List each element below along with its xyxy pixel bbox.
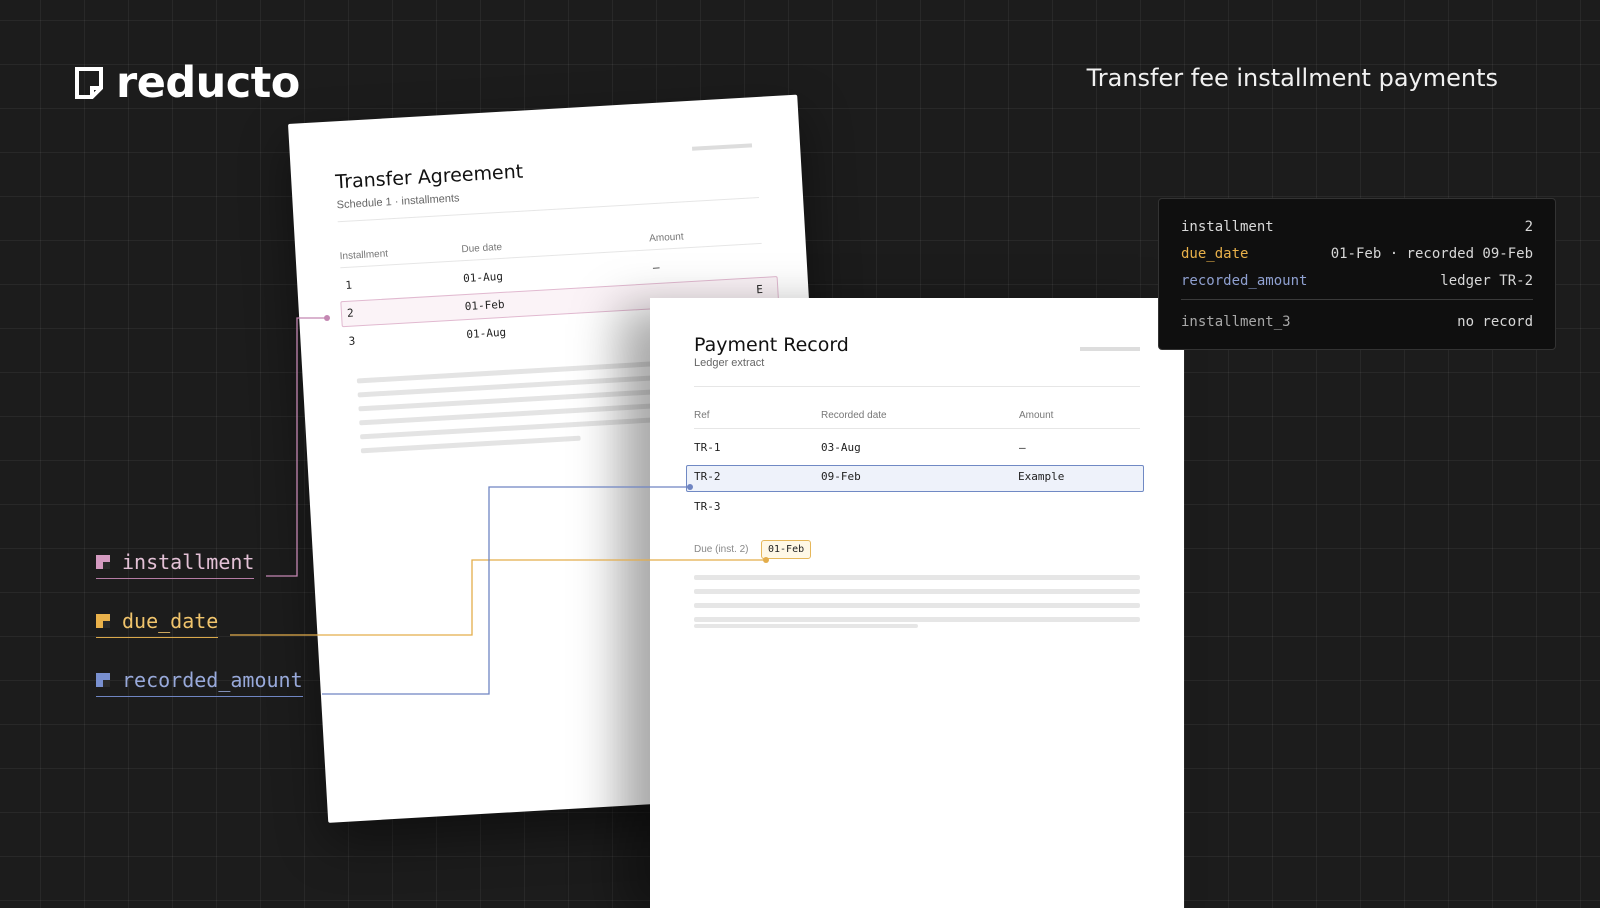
- output-value: 2: [1524, 219, 1533, 235]
- cell-amount: –: [1019, 441, 1026, 454]
- column-header-ref: Ref: [694, 410, 710, 421]
- field-label: due_date: [122, 609, 219, 633]
- text-placeholder-line: [694, 589, 1140, 594]
- due-date-chip: 01-Feb: [761, 540, 812, 559]
- output-value: no record: [1457, 314, 1533, 330]
- due-label: Due (inst. 2): [694, 544, 749, 555]
- cell-installment: 3: [348, 334, 356, 348]
- divider: [1181, 299, 1533, 300]
- field-square-icon: [96, 614, 110, 628]
- cell-amount: –: [652, 260, 660, 275]
- text-placeholder-line: [694, 624, 918, 628]
- placeholder-bar: [691, 143, 753, 151]
- placeholder-bar: [1080, 347, 1140, 351]
- cell-installment: 2: [346, 306, 354, 320]
- output-row-installment: installment 2: [1181, 219, 1533, 235]
- field-due-date: due_date: [96, 609, 219, 638]
- cell-amount: E: [755, 282, 764, 297]
- output-key: installment: [1181, 219, 1274, 235]
- agreement-subtitle: Schedule 1 · installments: [336, 192, 460, 212]
- agreement-title: Transfer Agreement: [334, 160, 524, 194]
- extraction-output-panel: installment 2 due_date 01-Feb · recorded…: [1158, 198, 1556, 350]
- column-header-due-date: Due date: [461, 241, 503, 256]
- field-installment: installment: [96, 550, 255, 579]
- column-header-installment: Installment: [339, 248, 389, 263]
- text-placeholder-line: [694, 603, 1140, 608]
- output-key: recorded_amount: [1181, 273, 1308, 289]
- text-placeholder-line: [694, 575, 1140, 580]
- divider: [340, 242, 762, 269]
- payment-record-subtitle: Ledger extract: [694, 357, 765, 369]
- cell-ref: TR-2: [694, 470, 721, 483]
- text-placeholder-line: [360, 435, 581, 454]
- divider: [694, 428, 1140, 429]
- cell-due-date: 01-Aug: [466, 325, 507, 342]
- column-header-amount: Amount: [648, 231, 684, 245]
- brand-name: reducto: [116, 58, 300, 108]
- column-header-recorded-date: Recorded date: [821, 410, 887, 421]
- output-value: 01-Feb · recorded 09-Feb: [1330, 246, 1533, 262]
- column-header-amount: Amount: [1019, 410, 1054, 421]
- reducto-logo-icon: [75, 67, 103, 99]
- text-placeholder-line: [694, 617, 1140, 622]
- field-label: installment: [122, 550, 255, 574]
- output-key: due_date: [1181, 246, 1249, 262]
- payment-record-document: Payment Record Ledger extract Ref Record…: [650, 298, 1184, 908]
- page-title: Transfer fee installment payments: [1086, 64, 1498, 92]
- cell-recorded-date: 09-Feb: [821, 470, 861, 483]
- output-row-installment-3: installment_3 no record: [1181, 314, 1533, 330]
- cell-recorded-date: 03-Aug: [821, 441, 861, 454]
- brand-logo: reducto: [74, 58, 300, 108]
- payment-record-title: Payment Record: [694, 334, 849, 356]
- output-key: installment_3: [1181, 314, 1291, 330]
- output-row-due-date: due_date 01-Feb · recorded 09-Feb: [1181, 246, 1533, 262]
- output-value: ledger TR-2: [1440, 273, 1533, 289]
- field-label: recorded_amount: [122, 668, 303, 692]
- field-recorded-amount: recorded_amount: [96, 668, 303, 697]
- cell-due-date: 01-Feb: [464, 297, 505, 314]
- divider: [694, 386, 1140, 387]
- highlighted-row-tr-2: [686, 465, 1144, 492]
- cell-due-date: 01-Aug: [462, 269, 504, 286]
- field-square-icon: [96, 673, 110, 687]
- cell-ref: TR-1: [694, 441, 721, 454]
- cell-amount: Example: [1018, 470, 1065, 483]
- cell-ref: TR-3: [694, 500, 721, 513]
- field-square-icon: [96, 555, 110, 569]
- output-row-recorded-amount: recorded_amount ledger TR-2: [1181, 273, 1533, 289]
- cell-installment: 1: [345, 278, 353, 292]
